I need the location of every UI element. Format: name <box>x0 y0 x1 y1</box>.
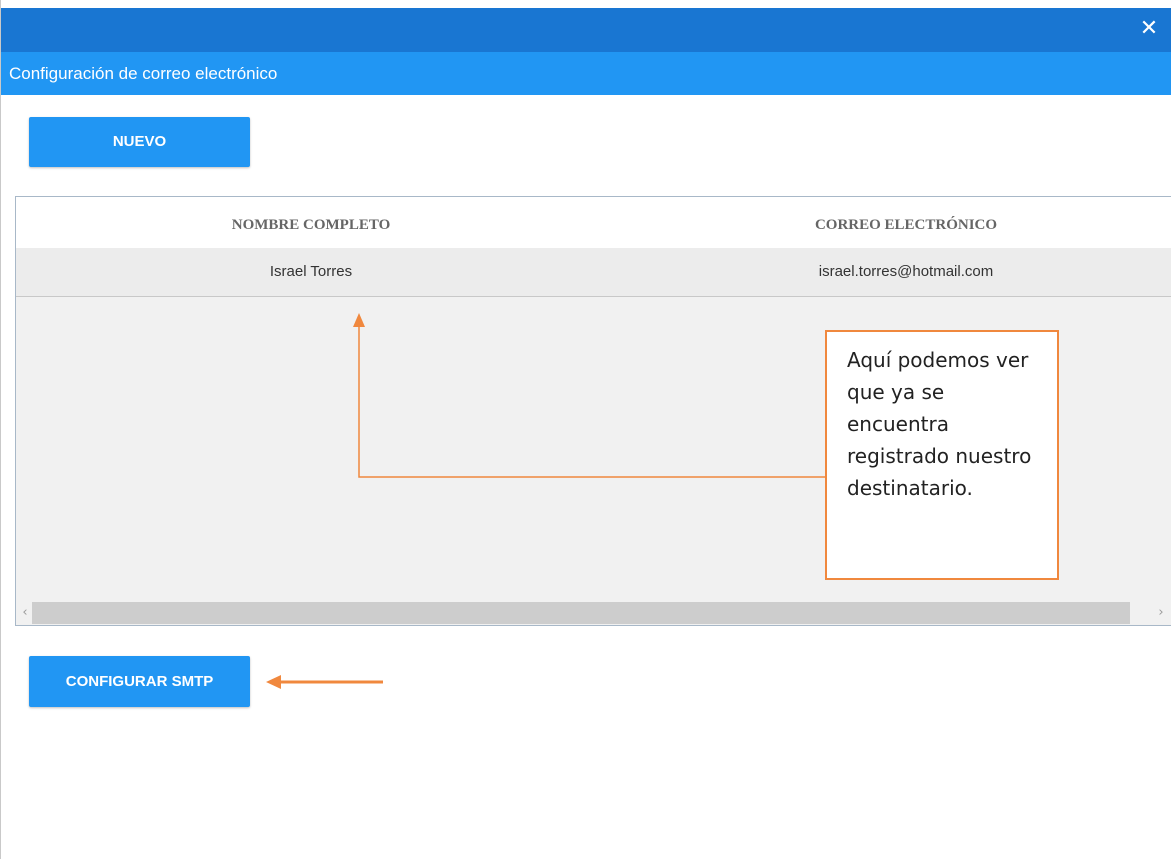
table-row[interactable]: Israel Torres israel.torres@hotmail.com <box>16 248 1171 297</box>
grid-header: NOMBRE COMPLETO CORREO ELECTRÓNICO <box>16 197 1171 248</box>
close-icon[interactable]: ✕ <box>1136 16 1162 42</box>
scroll-left-icon[interactable]: ‹ <box>18 602 32 624</box>
configure-smtp-button[interactable]: CONFIGURAR SMTP <box>29 656 250 707</box>
annotation-callout: Aquí podemos ver que ya se encuentra reg… <box>825 330 1059 580</box>
scrollbar-thumb[interactable] <box>32 602 1130 624</box>
column-header-email[interactable]: CORREO ELECTRÓNICO <box>606 197 1171 248</box>
cell-full-name: Israel Torres <box>269 263 353 280</box>
dialog-top-bar: ✕ <box>1 8 1171 52</box>
column-header-full-name[interactable]: NOMBRE COMPLETO <box>16 197 606 248</box>
dialog-title: Configuración de correo electrónico <box>9 64 278 83</box>
cell-email: israel.torres@hotmail.com <box>818 263 994 280</box>
email-config-dialog: ✕ Configuración de correo electrónico NU… <box>0 0 1171 859</box>
scroll-right-icon[interactable]: › <box>1154 602 1168 624</box>
horizontal-scrollbar[interactable]: ‹ › <box>16 602 1171 624</box>
dialog-title-bar: Configuración de correo electrónico <box>1 52 1171 95</box>
annotation-arrow-to-smtp <box>266 675 383 689</box>
new-button[interactable]: NUEVO <box>29 117 250 167</box>
